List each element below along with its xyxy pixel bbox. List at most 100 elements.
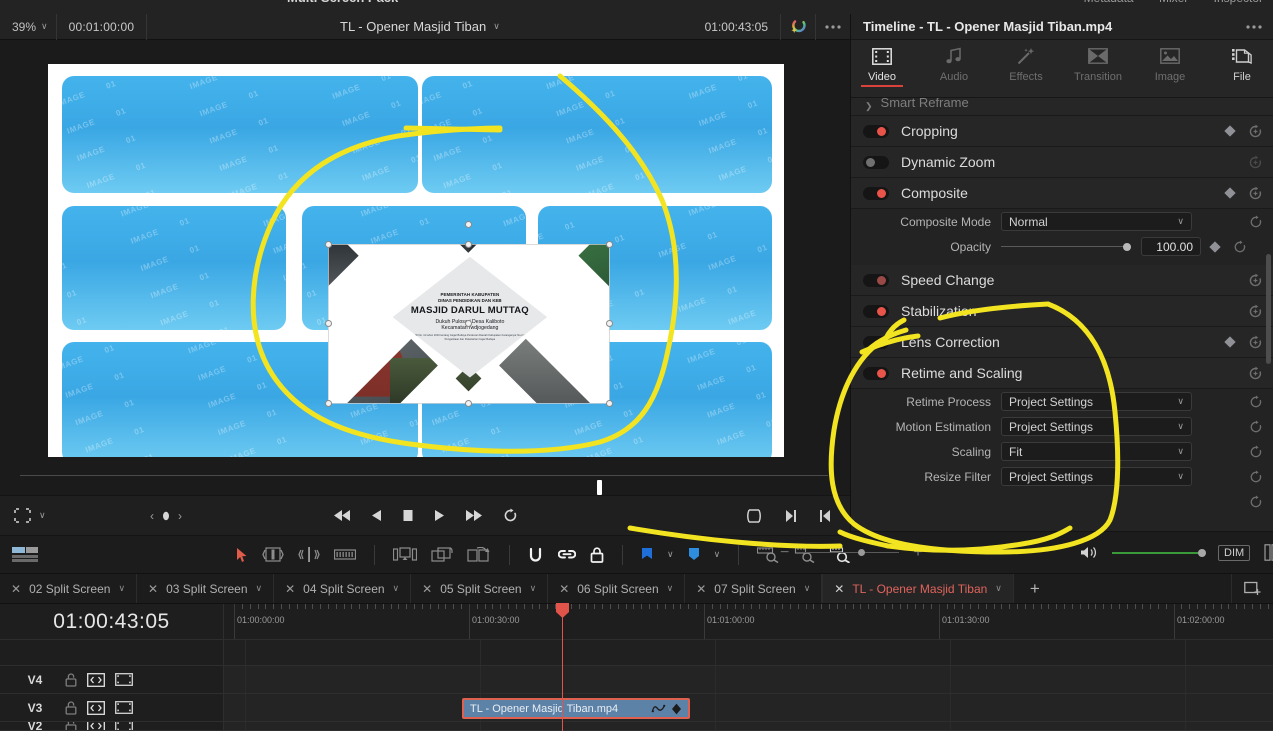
viewer-stage[interactable]: IMAGE 01 IMAGE 01 IMAGE 01 IMAGE 01 IMAG… <box>0 40 850 478</box>
page-nav-inspector[interactable]: Inspector <box>1214 0 1263 5</box>
jump-to-start-icon[interactable] <box>333 509 351 522</box>
viewer-title[interactable]: TL - Opener Masjid Tiban ∨ <box>147 19 692 34</box>
close-icon[interactable]: ✕ <box>422 582 432 596</box>
transform-handle[interactable] <box>465 400 472 407</box>
transform-handle[interactable] <box>606 241 613 248</box>
track-header-v3[interactable]: V3 <box>0 694 224 722</box>
jump-to-end-icon[interactable] <box>465 509 483 522</box>
composite-toggle[interactable] <box>863 186 889 200</box>
section-retime-and-scaling[interactable]: Retime and Scaling <box>851 358 1273 389</box>
auto-select-icon[interactable] <box>87 722 105 730</box>
retime-process-select[interactable]: Project Settings ∨ <box>1001 392 1192 411</box>
reset-icon[interactable] <box>1248 155 1263 170</box>
timeline-tab-02-split-screen[interactable]: ✕ 02 Split Screen ∨ <box>0 574 138 603</box>
timeline-tab-05-split-screen[interactable]: ✕ 05 Split Screen ∨ <box>411 574 549 603</box>
timeline-clip[interactable]: TL - Opener Masjid Tiban.mp4 <box>462 698 690 719</box>
chevron-down-icon[interactable]: ∨ <box>393 583 400 594</box>
video-enable-icon[interactable] <box>115 701 133 714</box>
speed-change-toggle[interactable] <box>863 273 889 287</box>
reset-icon[interactable] <box>1248 124 1263 139</box>
retime-and-scaling-toggle[interactable] <box>863 366 889 380</box>
auto-select-icon[interactable] <box>87 672 105 687</box>
video-enable-icon[interactable] <box>115 673 133 686</box>
linked-selection-icon[interactable] <box>558 547 576 562</box>
flag-icon[interactable] <box>641 547 653 562</box>
keyframe-icon[interactable] <box>1209 240 1221 253</box>
track-header-v4[interactable]: V4 <box>0 666 224 694</box>
mark-in-icon[interactable] <box>819 509 832 523</box>
lock-icon[interactable] <box>65 700 77 715</box>
tab-file[interactable]: File <box>1211 46 1273 87</box>
insert-clip-icon[interactable] <box>393 546 417 563</box>
mark-out-icon[interactable] <box>784 509 797 523</box>
close-icon[interactable]: ✕ <box>285 582 295 596</box>
reset-icon[interactable] <box>1249 470 1263 484</box>
reset-icon[interactable] <box>1248 273 1263 288</box>
keyframe-icon[interactable] <box>1224 336 1236 348</box>
transform-handle[interactable] <box>606 400 613 407</box>
play-reverse-icon[interactable] <box>371 509 382 522</box>
section-lens-correction[interactable]: Lens Correction <box>851 327 1273 358</box>
add-timeline-button[interactable]: + <box>1014 574 1056 603</box>
reset-icon[interactable] <box>1248 304 1263 319</box>
chevron-down-icon[interactable]: ∨ <box>256 583 263 594</box>
transform-handle[interactable] <box>465 241 472 248</box>
reset-icon[interactable] <box>1248 366 1263 381</box>
keyframe-icon[interactable] <box>1224 125 1236 137</box>
transform-handle[interactable] <box>325 400 332 407</box>
video-enable-icon[interactable] <box>115 722 133 730</box>
timeline-lane-v3[interactable]: TL - Opener Masjid Tiban.mp4 <box>224 694 1273 722</box>
composite-mode-select[interactable]: Normal ∨ <box>1001 212 1192 231</box>
slider-knob[interactable] <box>1123 242 1131 251</box>
reset-icon[interactable] <box>1248 335 1263 350</box>
auto-select-icon[interactable] <box>87 700 105 715</box>
transform-rotate-handle[interactable] <box>465 221 472 228</box>
keyframe-icon[interactable] <box>671 703 682 715</box>
reset-icon[interactable] <box>1249 495 1263 509</box>
keyframe-icon[interactable] <box>1224 187 1236 199</box>
tab-effects[interactable]: Effects <box>995 46 1057 87</box>
timeline-ruler[interactable]: 01:00:00:00 01:00:30:00 01:01:00:00 01:0… <box>224 604 1273 640</box>
section-cropping[interactable]: Cropping <box>851 116 1273 147</box>
resize-filter-select[interactable]: Project Settings ∨ <box>1001 467 1192 486</box>
dynamic-trim-mode-icon[interactable] <box>298 547 320 562</box>
timeline-tab-03-split-screen[interactable]: ✕ 03 Split Screen ∨ <box>137 574 275 603</box>
tab-transition[interactable]: Transition <box>1067 46 1129 87</box>
scrubber-playhead[interactable] <box>597 480 602 495</box>
viewer-zoom-control[interactable]: 39% ∨ <box>0 20 56 34</box>
zoom-minus-button[interactable]: − <box>780 544 789 562</box>
timeline-zoom-slider[interactable] <box>803 549 900 556</box>
close-icon[interactable]: ✕ <box>559 582 569 596</box>
track-header-v2[interactable]: V2 <box>0 722 224 731</box>
viewer-scrubber[interactable] <box>0 457 850 495</box>
close-icon[interactable]: ✕ <box>148 582 158 596</box>
new-timeline-icon[interactable] <box>1231 574 1273 603</box>
loop-icon[interactable] <box>503 508 518 523</box>
transform-handle[interactable] <box>465 320 472 327</box>
trim-edit-mode-icon[interactable] <box>262 547 284 562</box>
overwrite-clip-icon[interactable] <box>431 546 453 563</box>
timeline-lane-v2[interactable] <box>224 722 1273 731</box>
reset-icon[interactable] <box>1249 420 1263 434</box>
stop-icon[interactable] <box>402 509 414 522</box>
close-icon[interactable]: ✕ <box>11 582 21 596</box>
chevron-down-icon[interactable]: ∨ <box>667 549 674 560</box>
timeline-tab-tl-opener-masjid-tiban[interactable]: ✕ TL - Opener Masjid Tiban ∨ <box>822 574 1014 603</box>
viewer-current-timecode[interactable]: 01:00:43:05 <box>693 20 780 34</box>
dim-audio-button[interactable]: DIM <box>1218 544 1251 561</box>
lock-track-icon[interactable] <box>590 546 604 563</box>
lock-icon[interactable] <box>65 672 77 687</box>
transform-handle[interactable] <box>325 320 332 327</box>
timeline-lane-v4[interactable] <box>224 666 1273 694</box>
audio-meters-icon[interactable] <box>1264 544 1273 561</box>
page-nav-metadata[interactable]: Metadata <box>1084 0 1134 5</box>
reset-icon[interactable] <box>1248 186 1263 201</box>
reset-icon[interactable] <box>1249 215 1263 229</box>
cropping-toggle[interactable] <box>863 124 889 138</box>
lens-correction-toggle[interactable] <box>863 335 889 349</box>
timeline-tab-04-split-screen[interactable]: ✕ 04 Split Screen ∨ <box>274 574 412 603</box>
inspector-scrollbar[interactable] <box>1266 254 1271 364</box>
motion-estimation-select[interactable]: Project Settings ∨ <box>1001 417 1192 436</box>
timeline-tab-06-split-screen[interactable]: ✕ 06 Split Screen ∨ <box>548 574 686 603</box>
opacity-value-field[interactable]: 100.00 <box>1141 237 1201 256</box>
